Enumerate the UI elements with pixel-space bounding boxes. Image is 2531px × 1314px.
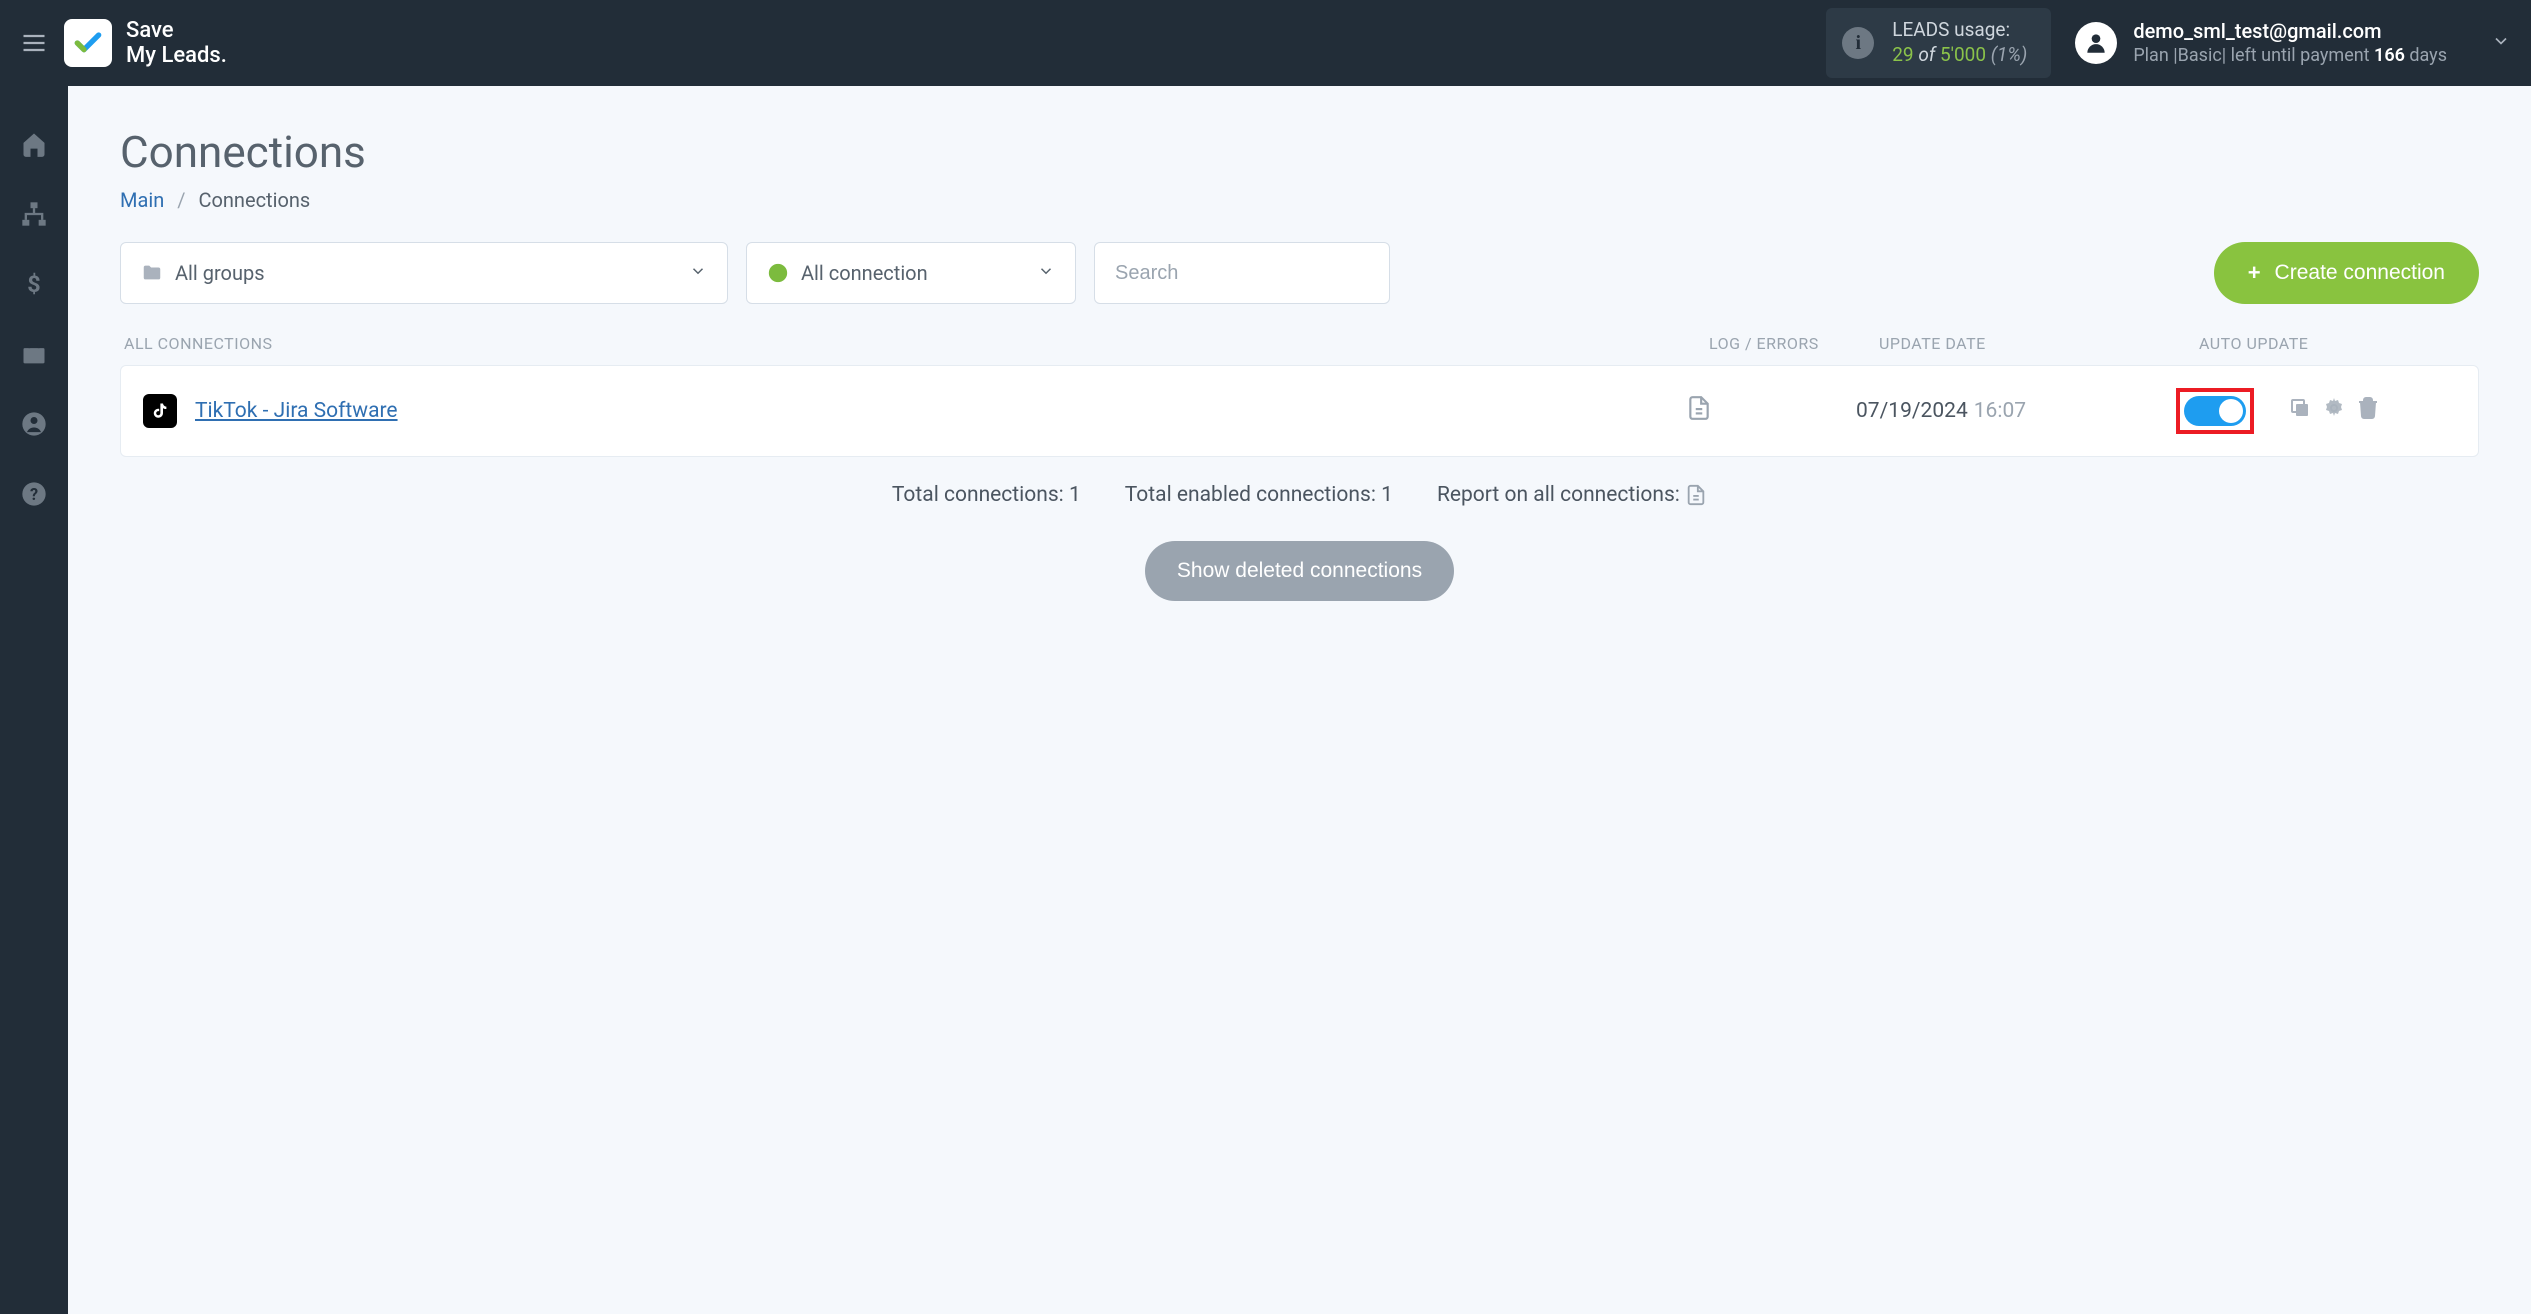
chevron-down-icon xyxy=(2491,31,2511,51)
header-name: ALL CONNECTIONS xyxy=(124,334,1709,353)
plan-days-suffix: days xyxy=(2405,45,2447,66)
crumb-current: Connections xyxy=(198,188,310,212)
dollar-icon: $ xyxy=(20,270,48,298)
filters-row: All groups All connection + Create con xyxy=(120,242,2479,304)
header-date: UPDATE DATE xyxy=(1879,334,2199,353)
plan-name: Basic xyxy=(2178,45,2222,66)
main-content: Connections Main / Connections All group… xyxy=(68,86,2531,1314)
logo[interactable] xyxy=(64,19,112,67)
report-all: Report on all connections: xyxy=(1437,483,1707,507)
date-value: 07/19/2024 xyxy=(1856,399,1968,423)
chevron-down-icon xyxy=(1037,261,1055,285)
enabled-connections: Total enabled connections: 1 xyxy=(1125,483,1393,507)
row-actions xyxy=(2288,396,2380,426)
sidebar-item-toolbox[interactable] xyxy=(16,336,52,372)
trash-icon xyxy=(2356,396,2380,420)
brand-line1: Save xyxy=(126,18,227,43)
tiktok-icon xyxy=(143,394,177,428)
checkmark-icon xyxy=(72,27,104,59)
brand-line2: My Leads. xyxy=(126,43,227,68)
play-circle-icon xyxy=(767,262,789,284)
user-icon xyxy=(2083,30,2109,56)
groups-label: All groups xyxy=(175,261,265,285)
auto-update-highlight xyxy=(2176,388,2254,434)
create-label: Create connection xyxy=(2275,261,2445,285)
menu-toggle[interactable] xyxy=(16,25,52,61)
usage-of: of xyxy=(1918,43,1935,66)
crumb-sep: / xyxy=(177,188,185,212)
plan-days: 166 xyxy=(2374,45,2405,66)
status-dropdown[interactable]: All connection xyxy=(746,242,1076,304)
connection-name[interactable]: TikTok - Jira Software xyxy=(195,399,398,423)
plan-mid: | left until payment xyxy=(2222,45,2374,66)
report-icon[interactable] xyxy=(1685,484,1707,506)
total-connections: Total connections: 1 xyxy=(892,483,1081,507)
breadcrumb: Main / Connections xyxy=(120,188,2479,212)
gear-icon xyxy=(2322,396,2346,420)
search-input[interactable] xyxy=(1095,243,1389,303)
user-circle-icon xyxy=(20,410,48,438)
create-connection-button[interactable]: + Create connection xyxy=(2214,242,2479,304)
update-date: 07/19/202416:07 xyxy=(1856,399,2176,423)
sidebar-item-network[interactable] xyxy=(16,196,52,232)
usage-pct: (1%) xyxy=(1991,43,2028,66)
usage-text: LEADS usage: 29 of 5'000 (1%) xyxy=(1892,18,2027,67)
sidebar-item-home[interactable] xyxy=(16,126,52,162)
hamburger-icon xyxy=(20,29,48,57)
header-auto: AUTO UPDATE xyxy=(2199,334,2479,353)
copy-button[interactable] xyxy=(2288,396,2312,426)
page-title: Connections xyxy=(120,126,2479,178)
chevron-down-icon xyxy=(689,261,707,285)
usage-total: 5'000 xyxy=(1940,43,1986,66)
plan-prefix: Plan | xyxy=(2133,45,2177,66)
account-chevron[interactable] xyxy=(2491,31,2511,55)
show-deleted-button[interactable]: Show deleted connections xyxy=(1145,541,1454,601)
groups-dropdown[interactable]: All groups xyxy=(120,242,728,304)
time-value: 16:07 xyxy=(1974,399,2026,423)
svg-text:$: $ xyxy=(27,270,40,298)
account-menu[interactable]: demo_sml_test@gmail.com Plan |Basic| lef… xyxy=(2075,18,2447,67)
briefcase-icon xyxy=(20,340,48,368)
summary-row: Total connections: 1 Total enabled conne… xyxy=(120,483,2479,507)
usage-box[interactable]: i LEADS usage: 29 of 5'000 (1%) xyxy=(1826,8,2051,77)
auto-update-toggle[interactable] xyxy=(2184,396,2246,426)
svg-text:?: ? xyxy=(30,485,38,504)
table-header: ALL CONNECTIONS LOG / ERRORS UPDATE DATE… xyxy=(120,322,2479,365)
topbar-right: i LEADS usage: 29 of 5'000 (1%) demo_sml… xyxy=(1826,8,2511,77)
folder-icon xyxy=(141,262,163,284)
plus-icon: + xyxy=(2248,260,2261,286)
usage-used: 29 xyxy=(1892,43,1913,66)
account-plan: Plan |Basic| left until payment 166 days xyxy=(2133,44,2447,67)
toggle-knob xyxy=(2219,399,2243,423)
sidebar-item-billing[interactable]: $ xyxy=(16,266,52,302)
usage-label: LEADS usage: xyxy=(1892,18,2027,43)
info-icon: i xyxy=(1842,27,1874,59)
account-email: demo_sml_test@gmail.com xyxy=(2133,18,2447,44)
delete-button[interactable] xyxy=(2356,396,2380,426)
connection-row[interactable]: TikTok - Jira Software 07/19/202416:07 xyxy=(120,365,2479,457)
settings-button[interactable] xyxy=(2322,396,2346,426)
help-icon: ? xyxy=(20,480,48,508)
sidebar-item-help[interactable]: ? xyxy=(16,476,52,512)
brand-name: Save My Leads. xyxy=(126,18,227,69)
sitemap-icon xyxy=(20,200,48,228)
copy-icon xyxy=(2288,396,2312,420)
avatar xyxy=(2075,22,2117,64)
status-label: All connection xyxy=(801,261,928,285)
search-box[interactable] xyxy=(1094,242,1390,304)
home-icon xyxy=(20,130,48,158)
account-text: demo_sml_test@gmail.com Plan |Basic| lef… xyxy=(2133,18,2447,67)
sidebar: $ ? xyxy=(0,86,68,1314)
header-log: LOG / ERRORS xyxy=(1709,334,1879,353)
sidebar-item-account[interactable] xyxy=(16,406,52,442)
topbar: Save My Leads. i LEADS usage: 29 of 5'00… xyxy=(0,0,2531,86)
crumb-main[interactable]: Main xyxy=(120,188,164,212)
log-icon[interactable] xyxy=(1686,395,1712,427)
